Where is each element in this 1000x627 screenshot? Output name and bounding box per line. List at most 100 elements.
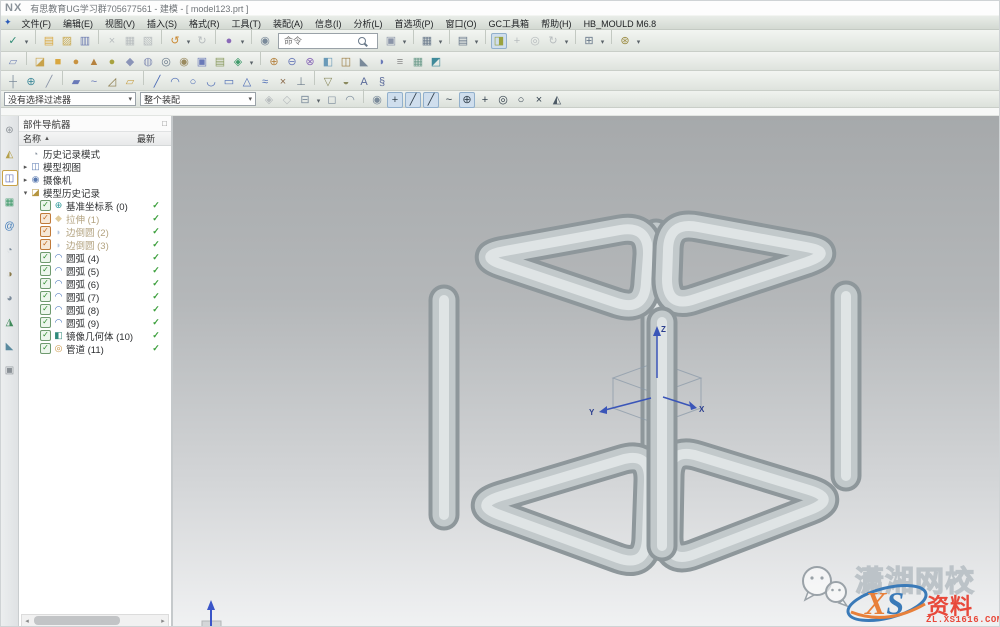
expander-icon[interactable]: ▸ xyxy=(21,176,30,184)
new-sketch-icon[interactable]: ▱ xyxy=(5,54,21,70)
menu-item[interactable]: 编辑(E) xyxy=(57,19,99,29)
sphere-command-icon[interactable]: ● xyxy=(221,33,237,49)
line-icon[interactable]: ╱ xyxy=(149,74,165,90)
fillet-icon[interactable]: ◡ xyxy=(203,74,219,90)
point-icon[interactable]: ┼ xyxy=(5,74,21,90)
datum-csys-toolbar-icon[interactable]: ⊕ xyxy=(23,74,39,90)
midpoint-snap-icon[interactable]: ╱ xyxy=(423,92,439,108)
deselect-icon[interactable]: ◇ xyxy=(279,92,295,108)
render-style-icon[interactable]: ⊛ xyxy=(617,33,633,49)
tree-row[interactable]: ✓◧镜像几何体 (10)✓ xyxy=(19,329,171,342)
rotate-view-icon[interactable]: ↻ xyxy=(545,33,561,49)
menu-item[interactable]: GC工具箱 xyxy=(483,19,536,29)
tree-row[interactable]: ✓◠圆弧 (4)✓ xyxy=(19,251,171,264)
feature-checkbox[interactable]: ✓ xyxy=(40,291,51,302)
column-name[interactable]: 名称 ▲ xyxy=(23,132,137,145)
arc-center-snap-icon[interactable]: ◎ xyxy=(495,92,511,108)
cut-icon[interactable]: × xyxy=(104,33,120,49)
emboss-caret-icon[interactable]: ▾ xyxy=(248,56,255,72)
tree-row[interactable]: ▾◪模型历史记录 xyxy=(19,186,171,199)
menu-item[interactable]: 装配(A) xyxy=(267,19,309,29)
point-on-curve-icon[interactable]: ⊕ xyxy=(459,92,475,108)
scroll-track[interactable] xyxy=(32,616,158,625)
pad-icon[interactable]: ▤ xyxy=(212,54,228,70)
finish-caret-icon[interactable]: ▾ xyxy=(23,35,30,51)
pattern-feature-icon[interactable]: ▦ xyxy=(410,54,426,70)
history-palette-icon[interactable]: ◔ xyxy=(2,242,18,258)
studio-spline-icon[interactable]: ~ xyxy=(86,74,102,90)
circle-icon[interactable]: ○ xyxy=(185,74,201,90)
hole-icon[interactable]: ◎ xyxy=(158,54,174,70)
boss-icon[interactable]: ◉ xyxy=(176,54,192,70)
cursor-location-icon[interactable]: ◭ xyxy=(549,92,565,108)
navigators-gear-icon[interactable]: ⊛ xyxy=(2,122,18,138)
tree-row[interactable]: ✓◗边倒圆 (2)✓ xyxy=(19,225,171,238)
display-caret-icon[interactable]: ▾ xyxy=(437,35,444,51)
scroll-right-icon[interactable]: ▸ xyxy=(158,617,168,625)
subtract-icon[interactable]: ⊖ xyxy=(284,54,300,70)
datum-axis-icon[interactable]: ╱ xyxy=(41,74,57,90)
reuse-library-icon[interactable]: ▦ xyxy=(2,194,18,210)
part-navigator-icon[interactable]: ◫ xyxy=(2,170,18,186)
redo-icon[interactable]: ↻ xyxy=(194,33,210,49)
window-caret-icon[interactable]: ▾ xyxy=(401,35,408,51)
tree-row[interactable]: ▸◫模型视图 xyxy=(19,160,171,173)
pipe-bottom-right-loop[interactable] xyxy=(668,454,824,557)
manufacturing-wizard-icon[interactable]: ◮ xyxy=(2,314,18,330)
rectangle-icon[interactable]: ▭ xyxy=(221,74,237,90)
web-browser-icon[interactable]: @ xyxy=(2,218,18,234)
intersection-snap-icon[interactable]: × xyxy=(531,92,547,108)
pipe-bottom-left-loop[interactable] xyxy=(486,458,649,561)
expander-icon[interactable]: ▾ xyxy=(21,189,30,197)
scroll-left-icon[interactable]: ◂ xyxy=(22,617,32,625)
assembly-navigator-icon[interactable]: ◭ xyxy=(2,146,18,162)
view-caret-icon[interactable]: ▾ xyxy=(563,35,570,51)
undo-caret-icon[interactable]: ▾ xyxy=(185,35,192,51)
command-finder[interactable] xyxy=(278,33,378,49)
pocket-icon[interactable]: ▣ xyxy=(194,54,210,70)
menu-item[interactable]: 文件(F) xyxy=(16,19,58,29)
feature-checkbox[interactable]: ✓ xyxy=(40,278,51,289)
menu-item[interactable]: 信息(I) xyxy=(309,19,348,29)
sphere-primitive-icon[interactable]: ● xyxy=(104,54,120,70)
snap-caret-icon[interactable]: ▾ xyxy=(315,94,322,110)
zoom-icon[interactable]: ◎ xyxy=(527,33,543,49)
tree-row[interactable]: ✓◠圆弧 (9)✓ xyxy=(19,316,171,329)
tree-row[interactable]: ▸◉摄像机 xyxy=(19,173,171,186)
snap-point-toggle-icon[interactable]: + xyxy=(387,92,403,108)
view-operation-icon[interactable]: ◨ xyxy=(491,33,507,49)
edge-blend-toolbar-icon[interactable]: ◗ xyxy=(374,54,390,70)
clock-icon[interactable]: ◕ xyxy=(2,290,18,306)
graphics-viewport[interactable]: Z X Y xyxy=(173,116,999,627)
feature-checkbox[interactable]: ✓ xyxy=(40,304,51,315)
snap-options-icon[interactable]: ⊟ xyxy=(297,92,313,108)
layer-settings-icon[interactable]: ▤ xyxy=(455,33,471,49)
panel-horizontal-scrollbar[interactable]: ◂ ▸ xyxy=(21,614,169,627)
undo-icon[interactable]: ↺ xyxy=(167,33,183,49)
3d-model-canvas[interactable]: Z X Y xyxy=(173,116,999,627)
command-finder-input[interactable] xyxy=(282,35,358,47)
tree-row[interactable]: ✓◆拉伸 (1)✓ xyxy=(19,212,171,225)
display-mode-icon[interactable]: ▦ xyxy=(419,33,435,49)
new-file-icon[interactable]: ▤ xyxy=(41,33,57,49)
highlight-hidden-icon[interactable]: ◉ xyxy=(369,92,385,108)
extrude-icon[interactable]: ◆ xyxy=(122,54,138,70)
menu-item[interactable]: 插入(S) xyxy=(141,19,183,29)
touch-mode-icon[interactable]: ◉ xyxy=(257,33,273,49)
select-face-icon[interactable]: ◻ xyxy=(324,92,340,108)
tree-row[interactable]: ✓◠圆弧 (8)✓ xyxy=(19,303,171,316)
block-icon[interactable]: ■ xyxy=(50,54,66,70)
emboss-icon[interactable]: ◈ xyxy=(230,54,246,70)
process-studio-icon[interactable]: ◑ xyxy=(2,266,18,282)
unite-icon[interactable]: ⊕ xyxy=(266,54,282,70)
roles-icon[interactable]: ◣ xyxy=(2,338,18,354)
render-caret-icon[interactable]: ▾ xyxy=(635,35,642,51)
finish-sketch-icon[interactable]: ✓ xyxy=(5,33,21,49)
copy-icon[interactable]: ▦ xyxy=(122,33,138,49)
menu-item[interactable]: 窗口(O) xyxy=(440,19,483,29)
menu-item[interactable]: 分析(L) xyxy=(348,19,389,29)
menu-item[interactable]: 视图(V) xyxy=(99,19,141,29)
datum-plane-icon[interactable]: ◪ xyxy=(32,54,48,70)
menu-item[interactable]: 帮助(H) xyxy=(535,19,578,29)
feature-checkbox[interactable]: ✓ xyxy=(40,252,51,263)
